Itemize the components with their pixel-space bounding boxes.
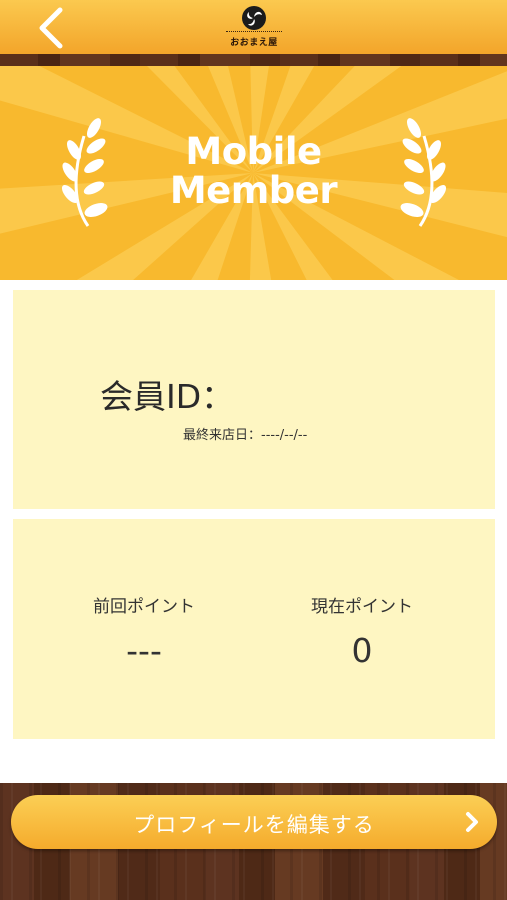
logo-name: おおまえ屋 [230, 38, 278, 48]
last-visit-value: ----/--/-- [261, 428, 308, 443]
banner-title: Mobile Member [0, 132, 507, 210]
points-card: 前回ポイント --- 現在ポイント 0 [13, 519, 495, 739]
chevron-left-icon [39, 7, 63, 49]
previous-points-value: --- [126, 631, 162, 670]
edit-profile-button[interactable]: プロフィールを編集する [11, 795, 497, 849]
current-points-value: 0 [351, 631, 373, 670]
member-id-row: 会員ID： [100, 370, 234, 418]
member-id-card: 会員ID： 最終来店日：----/--/-- [13, 290, 495, 509]
logo-divider [226, 31, 282, 34]
banner-title-line2: Member [169, 169, 338, 212]
wood-strip [0, 54, 507, 66]
last-visit-row: 最終来店日：----/--/-- [183, 424, 307, 443]
banner-title-line1: Mobile [185, 130, 322, 173]
shop-logo: おおまえ屋 [222, 5, 286, 51]
tomoe-crest-icon [242, 6, 266, 30]
member-banner: Mobile Member [0, 66, 507, 280]
back-button[interactable] [30, 6, 76, 50]
last-visit-label: 最終来店日： [183, 428, 262, 443]
member-id-label: 会員ID： [100, 377, 235, 416]
edit-profile-label: プロフィールを編集する [133, 813, 375, 837]
header-bar: おおまえ屋 [0, 0, 507, 54]
chevron-right-icon [466, 812, 478, 832]
current-points-label: 現在ポイント [311, 597, 413, 617]
previous-points-label: 前回ポイント [93, 597, 195, 617]
